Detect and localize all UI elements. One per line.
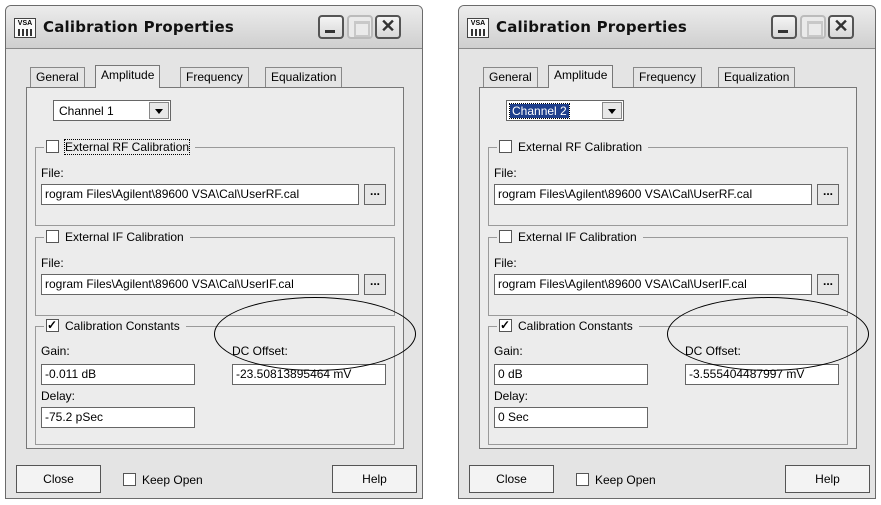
external-rf-checkbox[interactable]: External RF Calibration (497, 139, 649, 155)
calibration-constants-group: Calibration Constants Gain: -0.011 dB DC… (35, 317, 395, 445)
calibration-dialog-channel-2: VSA Calibration Properties ✕ General Amp… (458, 5, 876, 499)
checkbox-box[interactable] (576, 473, 589, 487)
minimize-icon (325, 30, 335, 33)
close-button[interactable]: Close (469, 465, 554, 493)
title-bar[interactable]: VSA Calibration Properties ✕ (459, 6, 875, 49)
dc-offset-input[interactable]: -23.50813895464 mV (232, 364, 386, 385)
checkbox-box[interactable] (499, 140, 512, 154)
chevron-down-icon[interactable] (602, 102, 622, 119)
external-rf-label: External RF Calibration (63, 139, 191, 155)
checkbox-checked[interactable] (499, 317, 512, 333)
dialog-footer: Close Keep Open Help (6, 458, 422, 498)
external-if-group: External IF Calibration File: rogram Fil… (35, 229, 395, 316)
rf-file-input[interactable]: rogram Files\Agilent\89600 VSA\Cal\UserR… (41, 184, 359, 205)
calibration-constants-checkbox[interactable]: Calibration Constants (44, 317, 186, 334)
external-rf-group: External RF Calibration File: rogram Fil… (488, 139, 848, 226)
external-if-checkbox[interactable]: External IF Calibration (44, 229, 190, 245)
channel-select-value: Channel 2 (509, 103, 570, 119)
gain-input[interactable]: -0.011 dB (41, 364, 195, 385)
if-file-label: File: (494, 256, 517, 270)
dialog-footer: Close Keep Open Help (459, 458, 875, 498)
tab-frequency[interactable]: Frequency (633, 67, 702, 87)
tab-equalization[interactable]: Equalization (718, 67, 796, 87)
app-icon-label: VSA (470, 20, 486, 27)
title-bar[interactable]: VSA Calibration Properties ✕ (6, 6, 422, 49)
checkbox-box[interactable] (123, 473, 136, 487)
delay-input[interactable]: -75.2 pSec (41, 407, 195, 428)
tab-amplitude[interactable]: Amplitude (95, 65, 161, 88)
close-icon: ✕ (380, 16, 396, 36)
help-button[interactable]: Help (332, 465, 417, 493)
channel-select[interactable]: Channel 1 (53, 100, 171, 121)
keep-open-label: Keep Open (142, 473, 203, 487)
if-browse-button[interactable]: ... (364, 274, 386, 295)
rf-file-label: File: (41, 166, 64, 180)
maximize-icon (807, 21, 823, 37)
delay-input[interactable]: 0 Sec (494, 407, 648, 428)
tab-frequency[interactable]: Frequency (180, 67, 249, 87)
if-file-input[interactable]: rogram Files\Agilent\89600 VSA\Cal\UserI… (41, 274, 359, 295)
rf-file-input[interactable]: rogram Files\Agilent\89600 VSA\Cal\UserR… (494, 184, 812, 205)
maximize-button (347, 15, 373, 39)
chevron-down-icon[interactable] (149, 102, 169, 119)
calibration-dialog-channel-1: VSA Calibration Properties ✕ General Amp… (5, 5, 423, 499)
minimize-icon (778, 30, 788, 33)
external-if-label: External IF Calibration (65, 230, 184, 244)
dc-offset-label: DC Offset: (232, 344, 288, 358)
dc-offset-label: DC Offset: (685, 344, 741, 358)
channel-select-value: Channel 1 (59, 104, 114, 118)
vsa-app-icon: VSA (14, 18, 36, 38)
checkbox-box[interactable] (46, 230, 59, 244)
maximize-icon (354, 21, 370, 37)
window-title: Calibration Properties (43, 18, 235, 36)
checkbox-checked[interactable] (46, 317, 59, 333)
keep-open-label: Keep Open (595, 473, 656, 487)
amplitude-panel: Channel 1 External RF Calibration File: … (26, 87, 404, 449)
delay-label: Delay: (494, 389, 529, 403)
external-rf-checkbox[interactable]: External RF Calibration (44, 139, 196, 155)
keep-open-checkbox[interactable]: Keep Open (576, 473, 656, 487)
minimize-button[interactable] (771, 15, 797, 39)
tab-general[interactable]: General (483, 67, 538, 87)
if-file-label: File: (41, 256, 64, 270)
minimize-button[interactable] (318, 15, 344, 39)
channel-select[interactable]: Channel 2 (506, 100, 624, 121)
checkbox-box[interactable] (46, 140, 59, 154)
rf-file-label: File: (494, 166, 517, 180)
app-icon-label: VSA (17, 20, 33, 27)
delay-label: Delay: (41, 389, 76, 403)
external-rf-label: External RF Calibration (518, 140, 643, 154)
window-title: Calibration Properties (496, 18, 688, 36)
gain-label: Gain: (494, 344, 523, 358)
external-if-checkbox[interactable]: External IF Calibration (497, 229, 643, 245)
rf-browse-button[interactable]: ... (817, 184, 839, 205)
calibration-constants-label: Calibration Constants (518, 319, 633, 333)
tab-general[interactable]: General (30, 67, 85, 87)
close-button[interactable]: Close (16, 465, 101, 493)
checkbox-box[interactable] (499, 230, 512, 244)
gain-label: Gain: (41, 344, 70, 358)
close-icon: ✕ (833, 16, 849, 36)
external-rf-group: External RF Calibration File: rogram Fil… (35, 139, 395, 226)
vsa-app-icon: VSA (467, 18, 489, 38)
keep-open-checkbox[interactable]: Keep Open (123, 473, 203, 487)
tab-amplitude[interactable]: Amplitude (548, 65, 614, 88)
external-if-group: External IF Calibration File: rogram Fil… (488, 229, 848, 316)
gain-input[interactable]: 0 dB (494, 364, 648, 385)
calibration-constants-group: Calibration Constants Gain: 0 dB DC Offs… (488, 317, 848, 445)
close-window-button[interactable]: ✕ (375, 15, 401, 39)
amplitude-panel: Channel 2 External RF Calibration File: … (479, 87, 857, 449)
tab-equalization[interactable]: Equalization (265, 67, 343, 87)
maximize-button (800, 15, 826, 39)
rf-browse-button[interactable]: ... (364, 184, 386, 205)
if-file-input[interactable]: rogram Files\Agilent\89600 VSA\Cal\UserI… (494, 274, 812, 295)
external-if-label: External IF Calibration (518, 230, 637, 244)
help-button[interactable]: Help (785, 465, 870, 493)
dc-offset-input[interactable]: -3.555404487997 mV (685, 364, 839, 385)
close-window-button[interactable]: ✕ (828, 15, 854, 39)
if-browse-button[interactable]: ... (817, 274, 839, 295)
calibration-constants-checkbox[interactable]: Calibration Constants (497, 317, 639, 334)
calibration-constants-label: Calibration Constants (65, 319, 180, 333)
